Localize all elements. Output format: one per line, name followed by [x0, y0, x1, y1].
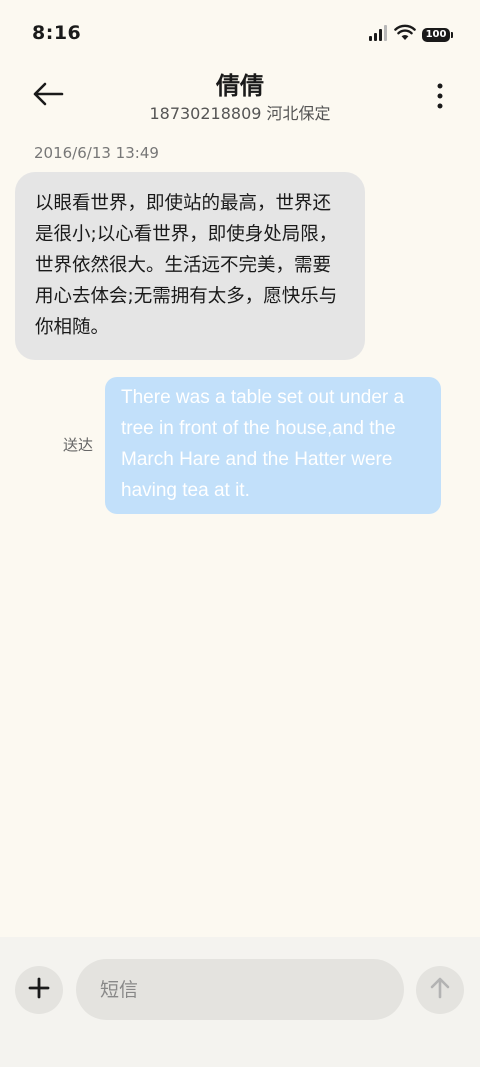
- message-input[interactable]: [76, 959, 404, 1020]
- signal-icon: [368, 24, 388, 45]
- status-icons: 100: [368, 24, 453, 45]
- incoming-message-bubble[interactable]: 以眼看世界，即使站的最高，世界还是很小;以心看世界，即使身处局限，世界依然很大。…: [15, 172, 365, 360]
- delivery-status: 送达: [63, 436, 94, 454]
- plus-icon: [28, 977, 50, 1003]
- contact-number-location: 18730218809 河北保定: [149, 104, 331, 123]
- status-time: 8:16: [32, 22, 82, 44]
- more-vertical-icon: [437, 83, 443, 113]
- message-timestamp: 2016/6/13 13:49: [34, 144, 159, 162]
- outgoing-message-bubble[interactable]: There was a table set out under a tree i…: [105, 377, 441, 514]
- wifi-icon: [394, 24, 416, 45]
- contact-name: 倩倩: [216, 72, 264, 100]
- more-options-button[interactable]: [430, 78, 450, 118]
- conversation-header: 倩倩 18730218809 河北保定: [0, 66, 480, 136]
- compose-bar: [0, 937, 480, 1067]
- status-bar: 8:16 100: [0, 0, 480, 66]
- send-button[interactable]: [416, 966, 464, 1014]
- arrow-up-icon: [430, 977, 450, 1003]
- add-attachment-button[interactable]: [15, 966, 63, 1014]
- battery-icon: 100: [422, 27, 453, 42]
